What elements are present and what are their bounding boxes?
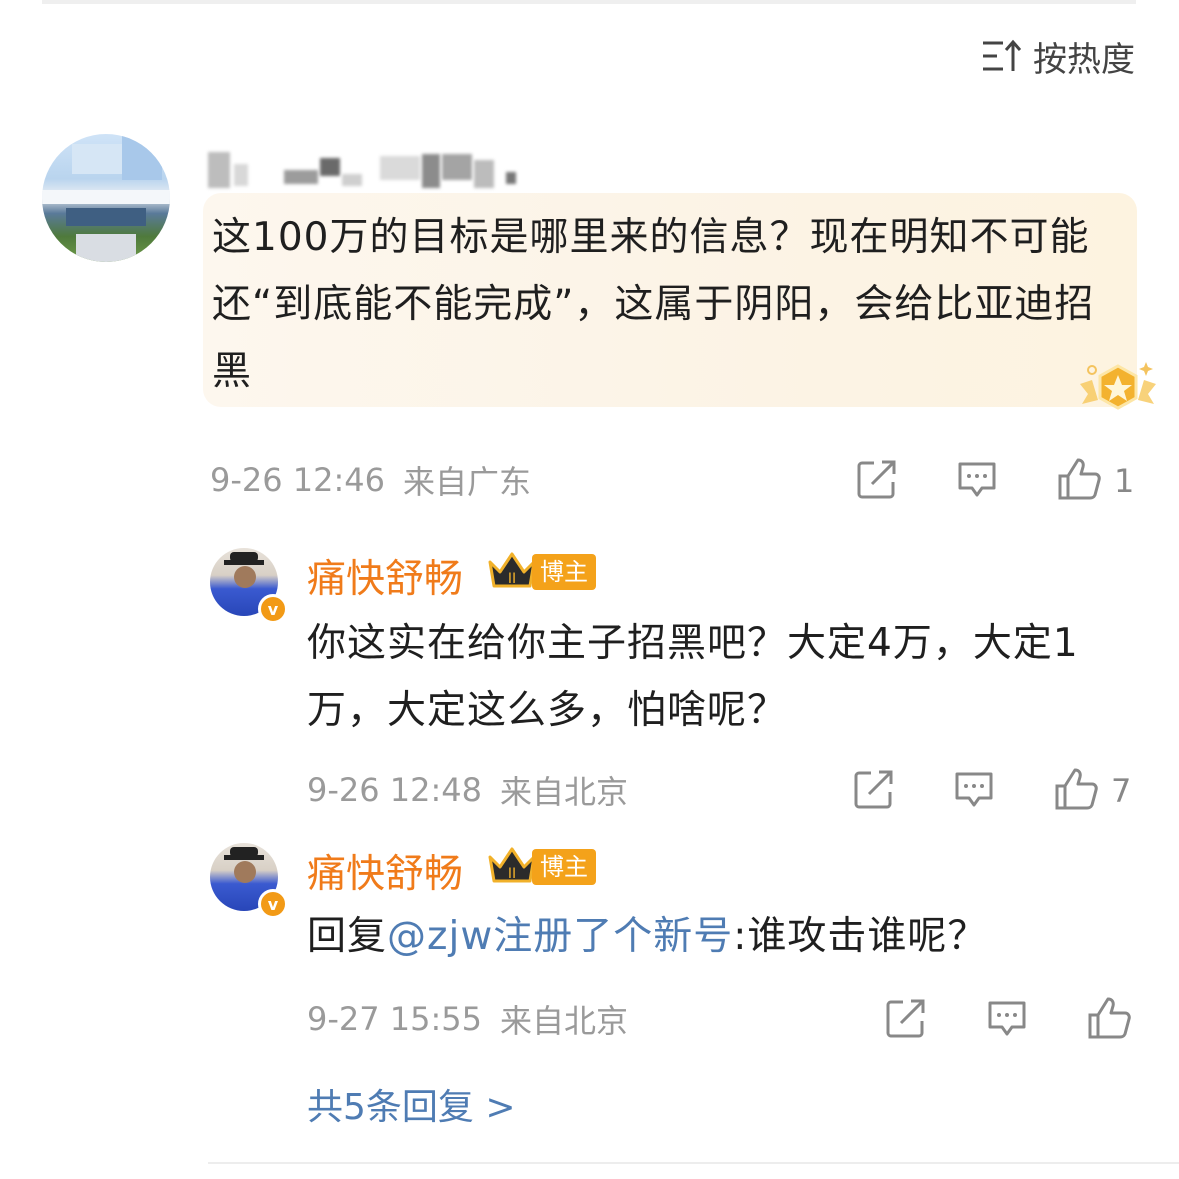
comment-button[interactable]	[953, 770, 995, 814]
bottom-divider	[208, 1162, 1179, 1164]
share-button[interactable]	[856, 458, 898, 504]
role-badge: 博主	[532, 849, 596, 885]
comment-button[interactable]	[956, 460, 998, 504]
reply-meta: 9-27 15:55 来自北京	[307, 994, 628, 1044]
blogger-badge: II 博主	[486, 845, 596, 889]
comment-meta: 9-26 12:46 来自广东	[210, 455, 531, 505]
role-badge: 博主	[532, 554, 596, 590]
reply-location: 来自北京	[500, 1002, 629, 1040]
reply-time: 9-27 15:55	[307, 1000, 483, 1038]
sort-label: 按热度	[1033, 39, 1135, 80]
reply-text: 回复@zjw注册了个新号:谁攻击谁呢？	[307, 903, 1127, 970]
like-button[interactable]: 7	[1053, 766, 1131, 816]
top-divider	[42, 0, 1136, 4]
verified-icon: v	[258, 889, 288, 919]
like-count: 7	[1111, 772, 1132, 810]
crown-icon: II	[486, 845, 538, 889]
reply-time: 9-26 12:48	[307, 771, 483, 809]
reply-author-name[interactable]: 痛快舒畅	[307, 548, 463, 604]
share-icon	[856, 458, 898, 504]
svg-text:II: II	[508, 866, 516, 882]
reply-meta: 9-26 12:48 来自北京	[307, 765, 628, 815]
comment-icon	[986, 999, 1028, 1043]
blogger-badge: II 博主	[486, 550, 596, 594]
mention-link[interactable]: @zjw注册了个新号	[387, 914, 733, 959]
more-replies-link[interactable]: 共5条回复 >	[307, 1078, 516, 1130]
share-icon	[853, 768, 895, 814]
username-redacted	[208, 148, 524, 188]
like-icon	[1086, 995, 1132, 1045]
comment-icon	[953, 770, 995, 814]
comment-location: 来自广东	[403, 463, 532, 501]
comment-icon	[956, 460, 998, 504]
crown-icon: II	[486, 550, 538, 594]
sort-icon	[981, 39, 1021, 73]
like-icon	[1053, 766, 1099, 816]
like-count: 1	[1114, 462, 1135, 500]
share-button[interactable]	[853, 768, 895, 814]
sort-button[interactable]: 按热度	[981, 34, 1135, 80]
verified-icon: v	[258, 594, 288, 624]
like-button[interactable]: 1	[1056, 456, 1134, 506]
share-button[interactable]	[885, 997, 927, 1043]
reply-location: 来自北京	[500, 773, 629, 811]
reply-author-name[interactable]: 痛快舒畅	[307, 843, 463, 899]
comment-button[interactable]	[986, 999, 1028, 1043]
comment-time: 9-26 12:46	[210, 461, 386, 499]
reply-prefix: 回复	[307, 914, 388, 959]
share-icon	[885, 997, 927, 1043]
avatar[interactable]	[42, 134, 170, 262]
svg-text:II: II	[508, 571, 516, 587]
gold-badge-icon	[1078, 358, 1158, 420]
like-icon	[1056, 456, 1102, 506]
reply-body: :谁攻击谁呢？	[733, 914, 988, 959]
like-button[interactable]	[1086, 995, 1132, 1045]
reply-text: 你这实在给你主子招黑吧？大定4万，大定1万，大定这么多，怕啥呢？	[307, 621, 1079, 733]
comment-text: 这100万的目标是哪里来的信息？现在明知不可能还“到底能不能完成”，这属于阴阳，…	[212, 215, 1095, 394]
